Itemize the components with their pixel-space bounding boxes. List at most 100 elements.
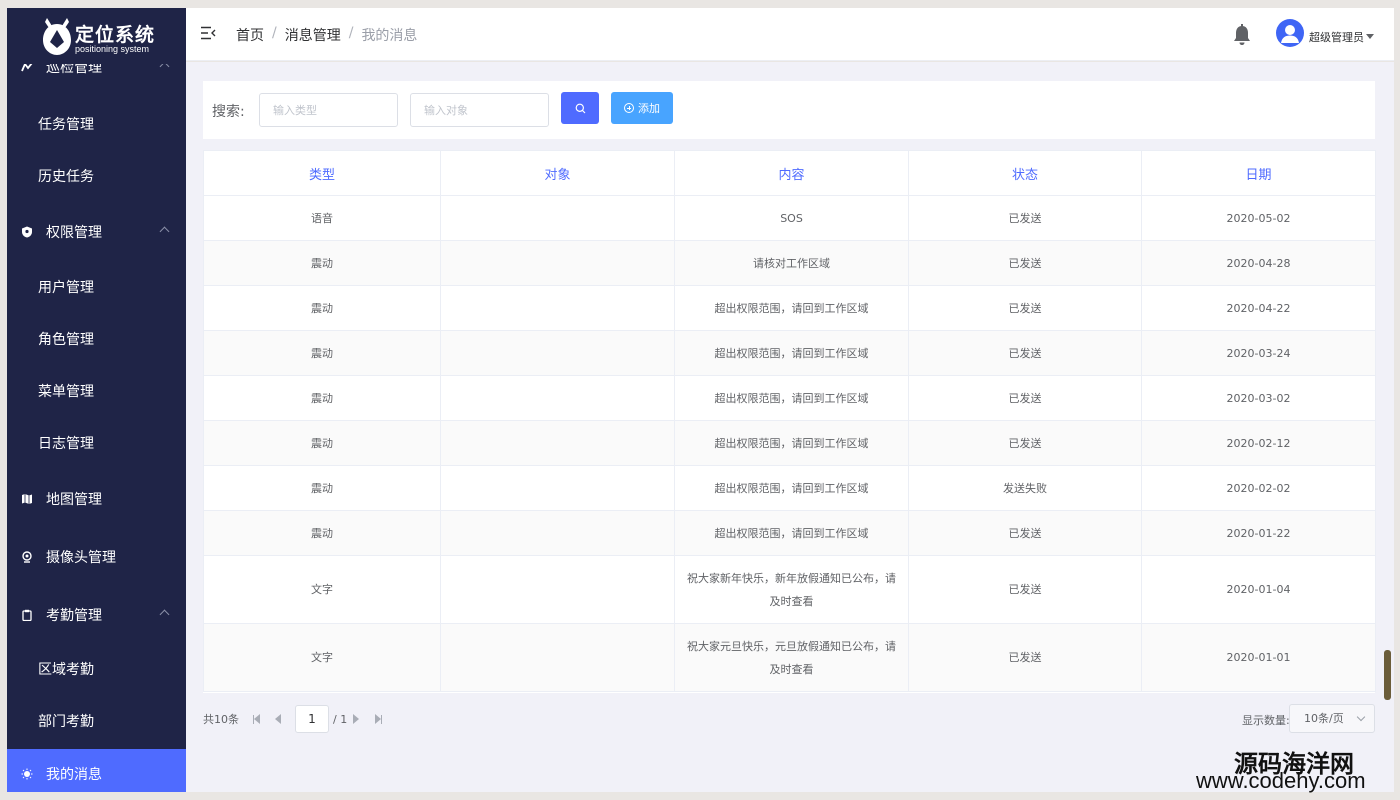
cell-target <box>440 330 675 376</box>
sidebar-item-patrol[interactable]: 巡检管理 <box>7 64 186 92</box>
breadcrumb-home[interactable]: 首页 <box>236 25 264 45</box>
add-button[interactable]: 添加 <box>611 92 673 124</box>
cell-type: 震动 <box>203 510 441 556</box>
app-title: 定位系统 <box>75 24 156 46</box>
cell-content: 祝大家元旦快乐，元旦放假通知已公布，请及时查看 <box>674 623 909 692</box>
cell-date: 2020-02-12 <box>1141 420 1376 466</box>
messages-table: 类型 对象 内容 状态 日期 语音 SOS 已发送 2020-05-02 震动 <box>203 150 1376 693</box>
cell-status: 发送失败 <box>908 465 1142 511</box>
sidebar-item-label: 考勤管理 <box>46 608 102 624</box>
cell-content: 超出权限范围，请回到工作区域 <box>674 285 909 331</box>
watermark-url: www.codehy.com <box>1196 768 1366 793</box>
table-row[interactable]: 文字 祝大家新年快乐，新年放假通知已公布，请及时查看 已发送 2020-01-0… <box>203 555 1376 624</box>
cell-date: 2020-04-28 <box>1141 240 1376 286</box>
table-row[interactable]: 震动 请核对工作区域 已发送 2020-04-28 <box>203 240 1376 286</box>
sidebar-item-my-messages[interactable]: 我的消息 <box>7 749 186 792</box>
caret-down-icon[interactable] <box>1366 34 1374 39</box>
cell-date: 2020-04-22 <box>1141 285 1376 331</box>
app-logo: 定位系统 positioning system <box>7 8 186 64</box>
column-header-target: 对象 <box>440 150 675 196</box>
table-row[interactable]: 震动 超出权限范围，请回到工作区域 发送失败 2020-02-02 <box>203 465 1376 511</box>
sidebar-item-map-management[interactable]: 地图管理 <box>7 474 186 524</box>
sidebar-item-area-attendance[interactable]: 区域考勤 <box>7 644 186 694</box>
first-page-icon[interactable] <box>253 714 263 724</box>
cell-status: 已发送 <box>908 285 1142 331</box>
cell-date: 2020-01-01 <box>1141 623 1376 692</box>
search-button[interactable] <box>561 92 599 124</box>
cell-status: 已发送 <box>908 375 1142 421</box>
cell-content: 超出权限范围，请回到工作区域 <box>674 330 909 376</box>
pagination: 共10条 / 1 <box>203 704 391 734</box>
top-header: 首页 / 消息管理 / 我的消息 超级管理员 <box>186 8 1394 61</box>
sidebar-item-label: 巡检管理 <box>46 64 102 76</box>
patrol-icon <box>21 64 33 72</box>
column-header-content: 内容 <box>674 150 909 196</box>
table-row[interactable]: 震动 超出权限范围，请回到工作区域 已发送 2020-04-22 <box>203 285 1376 331</box>
cell-status: 已发送 <box>908 623 1142 692</box>
sidebar-item-label: 菜单管理 <box>38 384 94 400</box>
cell-target <box>440 240 675 286</box>
chevron-up-icon <box>159 609 170 620</box>
column-header-status: 状态 <box>908 150 1142 196</box>
type-search-input[interactable] <box>259 93 398 127</box>
table-row[interactable]: 震动 超出权限范围，请回到工作区域 已发送 2020-03-24 <box>203 330 1376 376</box>
sidebar-item-user-management[interactable]: 用户管理 <box>7 262 186 312</box>
breadcrumb-message-management[interactable]: 消息管理 <box>285 25 341 45</box>
target-search-input[interactable] <box>410 93 549 127</box>
cell-date: 2020-02-02 <box>1141 465 1376 511</box>
cell-type: 震动 <box>203 240 441 286</box>
cell-content: 超出权限范围，请回到工作区域 <box>674 465 909 511</box>
cell-date: 2020-03-24 <box>1141 330 1376 376</box>
avatar[interactable] <box>1276 19 1304 47</box>
sidebar-item-label: 日志管理 <box>38 436 94 452</box>
sidebar-item-role-management[interactable]: 角色管理 <box>7 314 186 364</box>
user-name[interactable]: 超级管理员 <box>1309 29 1364 45</box>
prev-page-icon[interactable] <box>275 714 285 724</box>
sidebar-item-history-tasks[interactable]: 历史任务 <box>7 151 186 201</box>
clipboard-icon <box>22 609 32 621</box>
sidebar-item-label: 历史任务 <box>38 169 94 185</box>
cell-status: 已发送 <box>908 420 1142 466</box>
breadcrumb: 首页 / 消息管理 / 我的消息 <box>236 25 417 45</box>
sidebar-item-log-management[interactable]: 日志管理 <box>7 418 186 468</box>
bell-icon[interactable] <box>1232 24 1252 46</box>
sidebar-item-menu-management[interactable]: 菜单管理 <box>7 366 186 416</box>
sidebar-item-permissions[interactable]: 权限管理 <box>7 207 186 257</box>
sidebar-item-camera-management[interactable]: 摄像头管理 <box>7 532 186 582</box>
page-size-select[interactable]: 10条/页 <box>1289 704 1375 733</box>
sidebar-item-label: 权限管理 <box>46 225 102 241</box>
breadcrumb-separator: / <box>348 25 354 41</box>
table-row[interactable]: 震动 超出权限范围，请回到工作区域 已发送 2020-01-22 <box>203 510 1376 556</box>
sidebar-item-label: 角色管理 <box>38 332 94 348</box>
table-row[interactable]: 震动 超出权限范围，请回到工作区域 已发送 2020-03-02 <box>203 375 1376 421</box>
table-row[interactable]: 震动 超出权限范围，请回到工作区域 已发送 2020-02-12 <box>203 420 1376 466</box>
cell-type: 震动 <box>203 465 441 511</box>
menu-toggle-icon[interactable] <box>200 26 216 40</box>
next-page-icon[interactable] <box>353 714 363 724</box>
scrollbar-thumb[interactable] <box>1384 650 1391 700</box>
cell-status: 已发送 <box>908 195 1142 241</box>
sidebar: 定位系统 positioning system 巡检管理 任务管理 历史任务 权… <box>7 8 186 792</box>
cell-type: 震动 <box>203 285 441 331</box>
cell-type: 震动 <box>203 375 441 421</box>
cell-target <box>440 375 675 421</box>
breadcrumb-current: 我的消息 <box>361 28 418 44</box>
main-content: 搜索: 添加 类型 对象 内容 状态 日期 <box>186 62 1394 792</box>
app-subtitle: positioning system <box>75 44 150 54</box>
page-number-input[interactable] <box>295 705 329 733</box>
shield-icon <box>22 226 32 238</box>
sidebar-item-task-management[interactable]: 任务管理 <box>7 99 186 149</box>
cell-target <box>440 285 675 331</box>
chevron-up-icon <box>159 64 170 72</box>
sidebar-item-attendance[interactable]: 考勤管理 <box>7 590 186 640</box>
sidebar-item-department-attendance[interactable]: 部门考勤 <box>7 696 186 746</box>
last-page-icon[interactable] <box>375 714 385 724</box>
cell-target <box>440 555 675 624</box>
table-row[interactable]: 文字 祝大家元旦快乐，元旦放假通知已公布，请及时查看 已发送 2020-01-0… <box>203 623 1376 692</box>
logo-icon <box>43 18 71 55</box>
table-header-row: 类型 对象 内容 状态 日期 <box>203 150 1376 196</box>
cell-type: 文字 <box>203 623 441 692</box>
cell-content: 请核对工作区域 <box>674 240 909 286</box>
table-row[interactable]: 语音 SOS 已发送 2020-05-02 <box>203 195 1376 241</box>
pagination-total-pages: / 1 <box>333 712 348 726</box>
